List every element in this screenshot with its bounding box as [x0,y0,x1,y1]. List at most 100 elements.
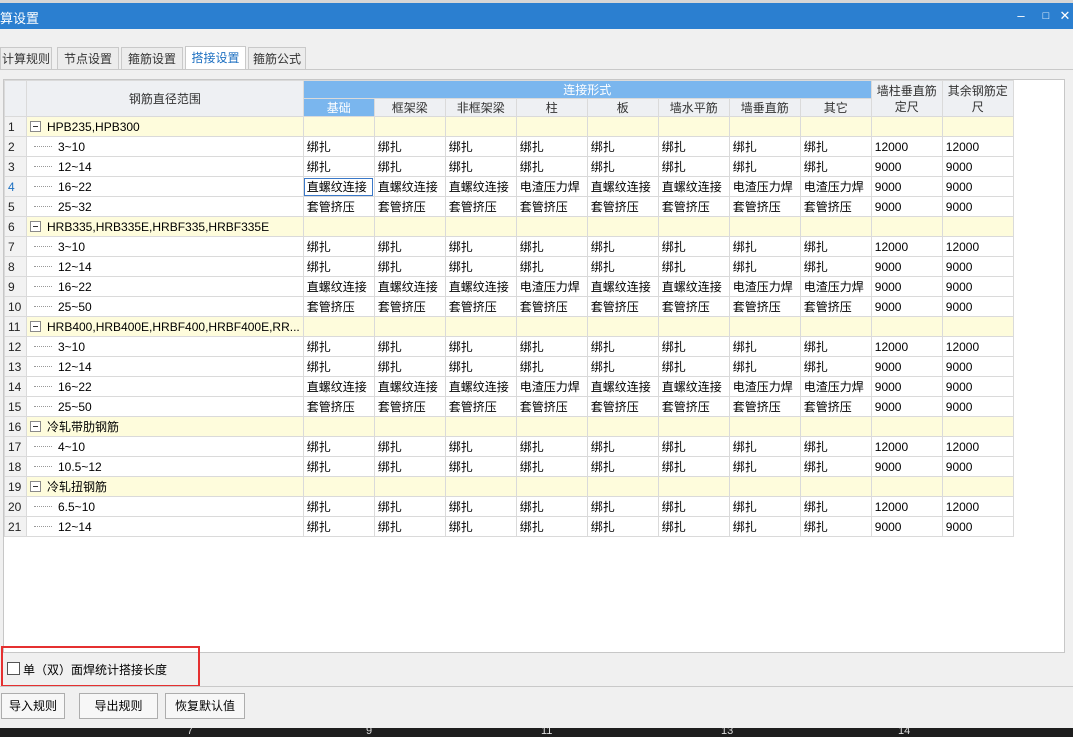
connection-type-cell[interactable]: 绑扎 [515,456,588,477]
connection-type-cell[interactable]: 绑扎 [302,236,375,257]
table-row[interactable]: 13 12~14 绑扎 绑扎 绑扎 绑扎 绑扎 绑扎 绑扎 绑扎 9000 9000 [4,356,1014,377]
connection-type-cell[interactable]: 绑扎 [799,136,872,157]
stock-length-cell[interactable]: 9000 [870,156,943,177]
connection-type-cell[interactable]: 电渣压力焊 [799,376,872,397]
stock-length-cell[interactable]: 9000 [870,296,943,317]
diameter-range-cell[interactable]: 3~10 [26,336,304,357]
diameter-range-cell[interactable]: 12~14 [26,356,304,377]
stock-length-cell[interactable]: 12000 [941,496,1014,517]
stock-length-cell[interactable]: 9000 [941,156,1014,177]
connection-type-cell[interactable]: 套管挤压 [586,196,659,217]
connection-type-cell[interactable]: 绑扎 [657,496,730,517]
stock-length-cell[interactable]: 9000 [941,516,1014,537]
table-row[interactable]: 3 12~14 绑扎 绑扎 绑扎 绑扎 绑扎 绑扎 绑扎 绑扎 9000 9000 [4,156,1014,177]
tab-stirrup-formula[interactable]: 箍筋公式 [248,47,306,69]
connection-type-cell[interactable]: 绑扎 [373,256,446,277]
stock-length-cell[interactable]: 9000 [870,456,943,477]
connection-type-cell[interactable]: 绑扎 [728,136,801,157]
connection-type-cell[interactable]: 直螺纹连接 [586,276,659,297]
connection-type-cell[interactable] [799,216,872,237]
table-row[interactable]: 7 3~10 绑扎 绑扎 绑扎 绑扎 绑扎 绑扎 绑扎 绑扎 12000 12000 [4,236,1014,257]
connection-type-cell[interactable] [373,416,446,437]
connection-type-cell[interactable]: 绑扎 [302,516,375,537]
connection-type-cell[interactable]: 绑扎 [799,336,872,357]
connection-type-cell[interactable]: 绑扎 [728,516,801,537]
connection-type-cell[interactable] [657,476,730,497]
connection-type-cell[interactable] [657,316,730,337]
diameter-range-cell[interactable]: 16~22 [26,276,304,297]
connection-type-cell[interactable]: 套管挤压 [515,396,588,417]
table-row[interactable]: 5 25~32 套管挤压 套管挤压 套管挤压 套管挤压 套管挤压 套管挤压 套管挤压 套管挤压 90… [4,196,1014,217]
diameter-range-cell[interactable]: 12~14 [26,156,304,177]
connection-type-cell[interactable]: 直螺纹连接 [444,376,517,397]
connection-type-cell[interactable]: 绑扎 [515,236,588,257]
diameter-range-cell[interactable]: 16~22 [26,376,304,397]
connection-type-cell[interactable]: 绑扎 [657,356,730,377]
connection-type-cell[interactable]: 绑扎 [373,236,446,257]
connection-type-cell[interactable] [657,416,730,437]
connection-type-cell[interactable]: 绑扎 [373,136,446,157]
connection-type-cell[interactable]: 绑扎 [728,236,801,257]
connection-type-cell[interactable] [373,476,446,497]
connection-type-cell[interactable]: 直螺纹连接 [373,176,446,197]
connection-type-cell[interactable]: 绑扎 [586,336,659,357]
connection-type-cell[interactable]: 套管挤压 [444,296,517,317]
stock-length-cell[interactable]: 12000 [870,436,943,457]
table-row[interactable]: 18 10.5~12 绑扎 绑扎 绑扎 绑扎 绑扎 绑扎 绑扎 绑扎 9000 9000 [4,456,1014,477]
stock-length-cell[interactable]: 12000 [870,136,943,157]
stock-length-cell[interactable]: 9000 [941,376,1014,397]
stock-length-cell[interactable]: 9000 [941,276,1014,297]
connection-type-cell[interactable]: 套管挤压 [657,396,730,417]
connection-type-cell[interactable] [728,416,801,437]
connection-type-cell[interactable] [586,476,659,497]
connection-type-cell[interactable]: 绑扎 [657,236,730,257]
connection-type-cell[interactable]: 绑扎 [515,336,588,357]
connection-type-cell[interactable] [515,316,588,337]
connection-type-cell[interactable]: 绑扎 [515,496,588,517]
diameter-range-cell[interactable]: 16~22 [26,176,304,197]
connection-type-cell[interactable] [373,316,446,337]
stock-length-cell[interactable] [941,416,1014,437]
stock-length-cell[interactable] [941,116,1014,137]
connection-type-cell[interactable]: 绑扎 [444,256,517,277]
table-row[interactable]: 9 16~22 直螺纹连接 直螺纹连接 直螺纹连接 电渣压力焊 直螺纹连接 直螺纹连接 电渣压力… [4,276,1014,297]
connection-type-cell[interactable] [515,416,588,437]
connection-type-cell[interactable]: 绑扎 [657,336,730,357]
stock-length-cell[interactable]: 12000 [870,236,943,257]
connection-type-cell[interactable]: 套管挤压 [373,396,446,417]
connection-type-cell[interactable]: 绑扎 [444,136,517,157]
connection-type-cell[interactable]: 绑扎 [302,356,375,377]
connection-type-cell[interactable]: 绑扎 [586,516,659,537]
collapse-icon[interactable] [30,481,41,493]
connection-type-cell[interactable] [444,216,517,237]
stock-length-cell[interactable]: 9000 [941,196,1014,217]
stock-length-cell[interactable]: 12000 [870,336,943,357]
tab-lap-settings[interactable]: 搭接设置 [185,46,246,70]
connection-type-cell[interactable] [728,116,801,137]
connection-type-cell[interactable]: 绑扎 [302,336,375,357]
connection-type-cell[interactable]: 绑扎 [515,256,588,277]
connection-type-cell[interactable]: 套管挤压 [586,396,659,417]
connection-type-cell[interactable]: 绑扎 [586,136,659,157]
stock-length-cell[interactable]: 12000 [941,236,1014,257]
grade-group-cell[interactable]: HPB235,HPB300 [26,116,304,137]
table-row[interactable]: 4 16~22 直螺纹连接 直螺纹连接 直螺纹连接 电渣压力焊 直螺纹连接 直螺纹连接 电渣压力… [4,176,1014,197]
stock-length-cell[interactable]: 9000 [941,396,1014,417]
connection-type-cell[interactable] [302,476,375,497]
connection-type-cell[interactable]: 绑扎 [302,456,375,477]
connection-type-cell[interactable]: 绑扎 [657,516,730,537]
connection-type-cell[interactable]: 直螺纹连接 [444,276,517,297]
connection-type-cell[interactable]: 绑扎 [515,356,588,377]
connection-type-cell[interactable]: 绑扎 [586,356,659,377]
stock-length-cell[interactable] [870,416,943,437]
table-row[interactable]: 20 6.5~10 绑扎 绑扎 绑扎 绑扎 绑扎 绑扎 绑扎 绑扎 12000 12000 [4,496,1014,517]
stock-length-cell[interactable] [870,476,943,497]
weld-lap-checkbox[interactable] [7,662,20,675]
connection-type-cell[interactable]: 套管挤压 [373,296,446,317]
grade-group-cell[interactable]: 冷轧带肋钢筋 [26,416,304,437]
connection-type-cell[interactable]: 绑扎 [657,256,730,277]
connection-type-cell[interactable] [799,316,872,337]
connection-type-cell[interactable]: 电渣压力焊 [728,276,801,297]
connection-type-cell[interactable]: 套管挤压 [302,296,375,317]
connection-type-cell[interactable]: 直螺纹连接 [302,376,375,397]
